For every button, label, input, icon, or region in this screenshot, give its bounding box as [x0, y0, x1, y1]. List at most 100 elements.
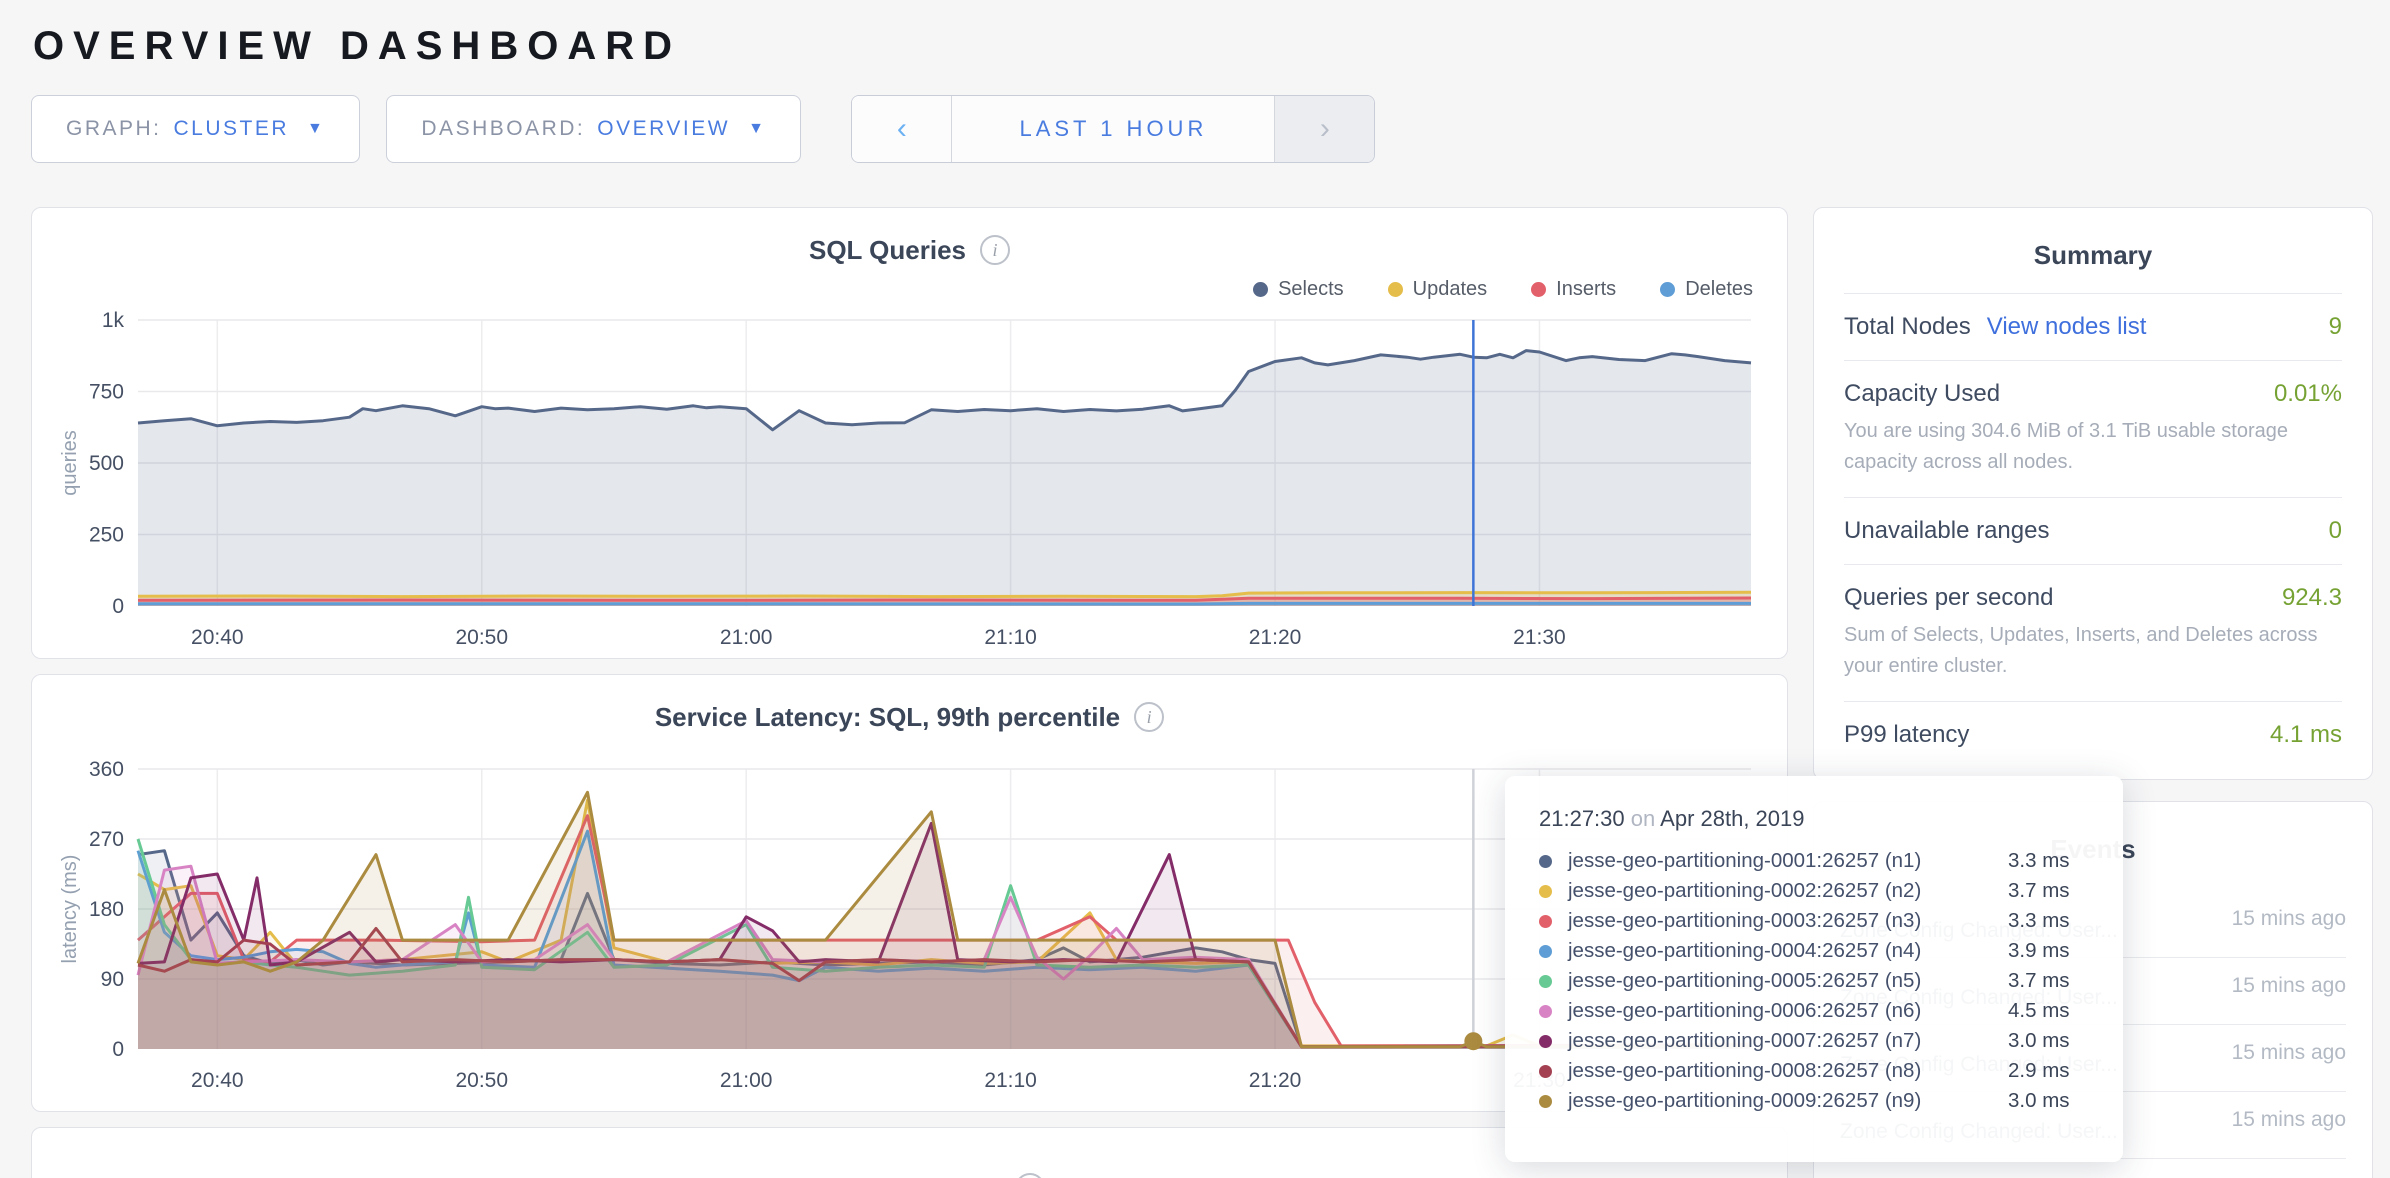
svg-text:360: 360 — [89, 758, 124, 781]
series-dot-icon — [1539, 915, 1552, 928]
event-timestamp: 15 mins ago — [2228, 1106, 2346, 1134]
info-icon[interactable]: i — [1015, 1173, 1045, 1178]
summary-row-capacity: Capacity Used 0.01% You are using 304.6 … — [1844, 360, 2342, 497]
graph-dropdown[interactable]: GRAPH: CLUSTER ▼ — [31, 95, 360, 163]
info-icon[interactable]: i — [1134, 702, 1164, 732]
event-timestamp: 15 mins ago — [2228, 905, 2346, 933]
tooltip-node-row: jesse-geo-partitioning-0008:26257 (n8)2.… — [1539, 1056, 2089, 1086]
svg-text:21:20: 21:20 — [1249, 1069, 1302, 1092]
svg-text:latency (ms): latency (ms) — [59, 855, 81, 964]
svg-text:21:00: 21:00 — [720, 1069, 773, 1092]
tooltip-node-value: 3.0 ms — [2008, 1029, 2070, 1053]
svg-text:20:50: 20:50 — [455, 1069, 508, 1092]
time-window-next-button[interactable]: › — [1274, 96, 1374, 162]
dashboard-dropdown[interactable]: DASHBOARD: OVERVIEW ▼ — [386, 95, 801, 163]
total-nodes-value: 9 — [2329, 313, 2342, 341]
tooltip-rows: jesse-geo-partitioning-0001:26257 (n1)3.… — [1539, 846, 2089, 1116]
p99-latency-label: P99 latency — [1844, 721, 1969, 749]
tooltip-timestamp: 21:27:30 on Apr 28th, 2019 — [1539, 806, 2089, 832]
svg-text:750: 750 — [89, 381, 124, 404]
svg-text:20:50: 20:50 — [455, 626, 508, 649]
summary-row-unavailable-ranges: Unavailable ranges 0 — [1844, 497, 2342, 564]
sql-queries-chart-card: SQL Queries i SelectsUpdatesInsertsDelet… — [31, 207, 1788, 659]
svg-text:500: 500 — [89, 452, 124, 475]
svg-text:180: 180 — [89, 898, 124, 921]
tooltip-node-value: 3.0 ms — [2008, 1089, 2070, 1113]
tooltip-node-value: 3.7 ms — [2008, 879, 2070, 903]
tooltip-node-row: jesse-geo-partitioning-0009:26257 (n9)3.… — [1539, 1086, 2089, 1116]
legend-dot-icon — [1388, 282, 1403, 297]
svg-text:21:10: 21:10 — [984, 1069, 1037, 1092]
sql-queries-chart[interactable]: 02505007501k20:4020:5021:0021:1021:2021:… — [56, 306, 1765, 652]
tooltip-node-name: jesse-geo-partitioning-0009:26257 (n9) — [1568, 1089, 2008, 1113]
tooltip-node-row: jesse-geo-partitioning-0005:26257 (n5)3.… — [1539, 966, 2089, 996]
tooltip-node-value: 3.9 ms — [2008, 939, 2070, 963]
svg-text:0: 0 — [112, 1038, 124, 1061]
legend-item-selects: Selects — [1253, 278, 1344, 301]
tooltip-node-name: jesse-geo-partitioning-0004:26257 (n4) — [1568, 939, 2008, 963]
svg-text:250: 250 — [89, 524, 124, 547]
svg-text:1k: 1k — [102, 309, 125, 332]
series-dot-icon — [1539, 1005, 1552, 1018]
svg-text:20:40: 20:40 — [191, 626, 244, 649]
tooltip-node-value: 3.3 ms — [2008, 909, 2070, 933]
series-dot-icon — [1539, 975, 1552, 988]
capacity-used-value: 0.01% — [2274, 380, 2342, 408]
info-icon[interactable]: i — [980, 235, 1010, 265]
dashboard-controls: GRAPH: CLUSTER ▼ DASHBOARD: OVERVIEW ▼ ‹… — [31, 95, 2373, 163]
graph-dropdown-value: CLUSTER — [174, 117, 290, 141]
unavailable-ranges-label: Unavailable ranges — [1844, 517, 2049, 545]
tooltip-node-row: jesse-geo-partitioning-0001:26257 (n1)3.… — [1539, 846, 2089, 876]
tooltip-node-row: jesse-geo-partitioning-0006:26257 (n6)4.… — [1539, 996, 2089, 1026]
tooltip-node-name: jesse-geo-partitioning-0007:26257 (n7) — [1568, 1029, 2008, 1053]
event-timestamp: 15 mins ago — [2228, 972, 2346, 1000]
svg-text:20:40: 20:40 — [191, 1069, 244, 1092]
svg-text:90: 90 — [101, 968, 124, 991]
view-nodes-list-link[interactable]: View nodes list — [1987, 313, 2147, 341]
chevron-down-icon: ▼ — [307, 120, 325, 138]
tooltip-node-name: jesse-geo-partitioning-0005:26257 (n5) — [1568, 969, 2008, 993]
graph-dropdown-label: GRAPH: — [66, 117, 162, 141]
legend-item-deletes: Deletes — [1660, 278, 1753, 301]
series-dot-icon — [1539, 885, 1552, 898]
series-dot-icon — [1539, 1065, 1552, 1078]
tooltip-node-value: 2.9 ms — [2008, 1059, 2070, 1083]
svg-text:21:00: 21:00 — [720, 626, 773, 649]
time-window-prev-button[interactable]: ‹ — [852, 96, 952, 162]
capacity-used-label: Capacity Used — [1844, 380, 2000, 408]
series-dot-icon — [1539, 1035, 1552, 1048]
tooltip-node-value: 4.5 ms — [2008, 999, 2070, 1023]
event-timestamp: 15 mins ago — [2228, 1039, 2346, 1067]
tooltip-node-row: jesse-geo-partitioning-0002:26257 (n2)3.… — [1539, 876, 2089, 906]
p99-latency-value: 4.1 ms — [2270, 721, 2342, 749]
unavailable-ranges-value: 0 — [2329, 517, 2342, 545]
summary-title: Summary — [1844, 240, 2342, 271]
svg-text:21:30: 21:30 — [1513, 626, 1566, 649]
time-window-label[interactable]: LAST 1 HOUR — [952, 96, 1274, 162]
tooltip-node-name: jesse-geo-partitioning-0006:26257 (n6) — [1568, 999, 2008, 1023]
legend-label: Deletes — [1685, 278, 1753, 301]
dashboard-dropdown-label: DASHBOARD: — [421, 117, 585, 141]
legend-label: Inserts — [1556, 278, 1616, 301]
tooltip-node-row: jesse-geo-partitioning-0003:26257 (n3)3.… — [1539, 906, 2089, 936]
summary-row-qps: Queries per second 924.3 Sum of Selects,… — [1844, 564, 2342, 701]
tooltip-node-name: jesse-geo-partitioning-0003:26257 (n3) — [1568, 909, 2008, 933]
tooltip-node-row: jesse-geo-partitioning-0004:26257 (n4)3.… — [1539, 936, 2089, 966]
legend-label: Updates — [1413, 278, 1488, 301]
series-dot-icon — [1539, 945, 1552, 958]
legend-item-updates: Updates — [1388, 278, 1488, 301]
legend-dot-icon — [1253, 282, 1268, 297]
dashboard-dropdown-value: OVERVIEW — [597, 117, 730, 141]
svg-text:270: 270 — [89, 828, 124, 851]
qps-value: 924.3 — [2282, 584, 2342, 612]
tooltip-node-value: 3.3 ms — [2008, 849, 2070, 873]
tooltip-node-name: jesse-geo-partitioning-0001:26257 (n1) — [1568, 849, 2008, 873]
tooltip-node-row: jesse-geo-partitioning-0007:26257 (n7)3.… — [1539, 1026, 2089, 1056]
svg-text:0: 0 — [112, 595, 124, 618]
tooltip-node-value: 3.7 ms — [2008, 969, 2070, 993]
replicas-per-node-chart-title: Replicas per Node — [774, 1173, 1001, 1178]
page-title: OVERVIEW DASHBOARD — [33, 24, 2373, 69]
total-nodes-label: Total Nodes — [1844, 313, 1971, 341]
sql-queries-legend: Selects Updates Inserts Deletes — [56, 272, 1763, 306]
capacity-used-description: You are using 304.6 MiB of 3.1 TiB usabl… — [1844, 416, 2342, 478]
